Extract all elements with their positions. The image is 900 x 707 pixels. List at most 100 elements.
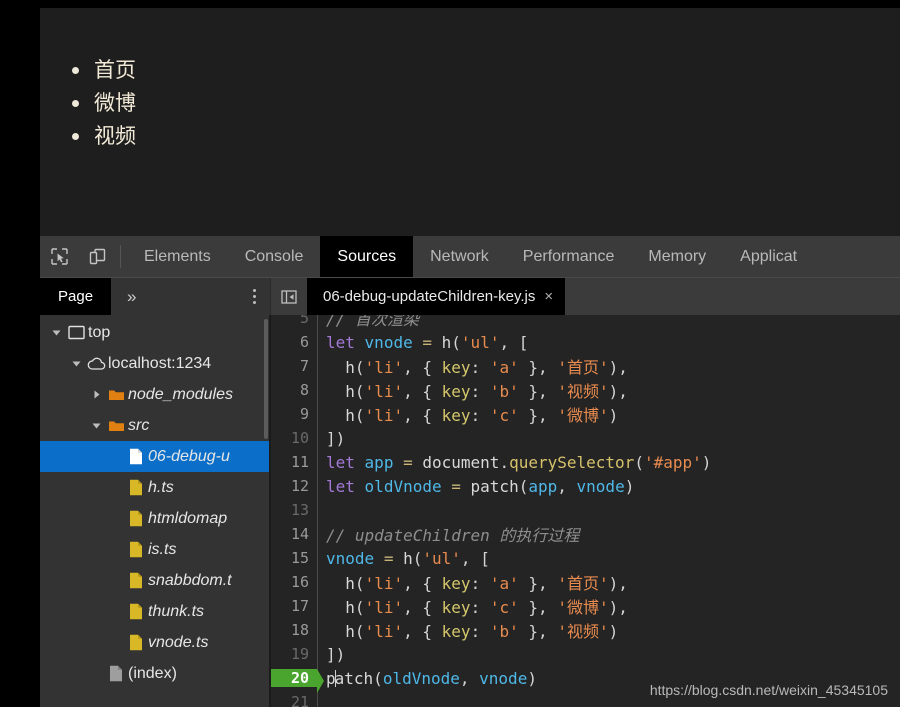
- devtools-body: top localhost:1234 node_modulessrc 06-debug…: [40, 315, 900, 707]
- file-ts-icon: [124, 603, 148, 620]
- tab-sources[interactable]: Sources: [320, 236, 414, 277]
- line-number: 16: [290, 573, 309, 591]
- file-ts-icon: [124, 634, 148, 651]
- twisty-down-icon[interactable]: [88, 420, 104, 431]
- code-line[interactable]: 13: [271, 498, 900, 522]
- list-item: 微博: [68, 87, 900, 120]
- line-code: patch(oldVnode, vnode): [326, 668, 537, 688]
- page-viewport: 首页 微博 视频: [40, 8, 900, 236]
- navigator-header: Page »: [40, 278, 270, 315]
- code-line[interactable]: 16 h('li', { key: 'a' }, '首页'),: [271, 570, 900, 594]
- tab-memory[interactable]: Memory: [631, 236, 723, 277]
- tree-item-label: thunk.ts: [148, 602, 205, 620]
- tree-item[interactable]: src: [40, 410, 269, 441]
- line-number: 20: [271, 669, 324, 693]
- twisty-down-icon[interactable]: [48, 327, 64, 338]
- tree-item[interactable]: node_modules: [40, 379, 269, 410]
- code-line[interactable]: 14 // updateChildren 的执行过程: [271, 522, 900, 546]
- code-line[interactable]: 18 h('li', { key: 'b' }, '视频'): [271, 618, 900, 642]
- tree-item[interactable]: 06-debug-u: [40, 441, 269, 472]
- code-line[interactable]: 7 h('li', { key: 'a' }, '首页'),: [271, 354, 900, 378]
- device-toolbar-icon[interactable]: [78, 236, 116, 277]
- tab-elements[interactable]: Elements: [127, 236, 228, 277]
- list-item: 首页: [68, 54, 900, 87]
- file-js-icon: [124, 448, 148, 465]
- tree-item-label: localhost:1234: [108, 354, 212, 372]
- tree-item[interactable]: snabbdom.t: [40, 565, 269, 596]
- folder-icon: [104, 388, 128, 402]
- code-lines: 5// 首次渲染 6 let vnode = h('ul', [7 h('li', …: [271, 315, 900, 707]
- code-line[interactable]: 6 let vnode = h('ul', [: [271, 330, 900, 354]
- cloud-icon: [84, 357, 108, 371]
- code-editor[interactable]: 5// 首次渲染 6 let vnode = h('ul', [7 h('li', …: [270, 315, 900, 707]
- file-doc-icon: [104, 665, 128, 682]
- file-tab-title: 06-debug-updateChildren-key.js: [323, 288, 536, 305]
- editor-tabstrip: 06-debug-updateChildren-key.js ×: [270, 278, 900, 315]
- tree-item-label: htmldomap: [148, 509, 228, 527]
- tree-item-label: (index): [128, 664, 177, 682]
- code-line[interactable]: 11 let app = document.querySelector('#app…: [271, 450, 900, 474]
- line-code: let vnode = h('ul', [: [326, 332, 529, 352]
- line-number: 13: [290, 501, 309, 519]
- tree-item-label: vnode.ts: [148, 633, 209, 651]
- file-ts-icon: [124, 572, 148, 589]
- twisty-down-icon[interactable]: [68, 358, 84, 369]
- code-line[interactable]: 12 let oldVnode = patch(app, vnode): [271, 474, 900, 498]
- tab-page[interactable]: Page: [40, 278, 112, 315]
- line-number: 14: [290, 525, 309, 543]
- tab-performance[interactable]: Performance: [506, 236, 632, 277]
- code-line[interactable]: 17 h('li', { key: 'c' }, '微博'),: [271, 594, 900, 618]
- tree-item[interactable]: (index): [40, 658, 269, 689]
- line-code: // updateChildren 的执行过程: [326, 526, 580, 545]
- code-line[interactable]: 19]): [271, 642, 900, 666]
- file-tree[interactable]: top localhost:1234 node_modulessrc 06-debug…: [40, 315, 270, 707]
- tree-item[interactable]: is.ts: [40, 534, 269, 565]
- tab-console[interactable]: Console: [228, 236, 321, 277]
- show-navigator-icon[interactable]: [271, 288, 307, 306]
- line-number: 21: [290, 693, 309, 707]
- line-number: 5: [299, 315, 309, 327]
- secondary-toolbar: Page » 06-debug-updateChildren-key.js ×: [40, 278, 900, 315]
- line-code: let oldVnode = patch(app, vnode): [326, 476, 635, 496]
- line-code: h('li', { key: 'a' }, '首页'),: [345, 574, 628, 593]
- code-line[interactable]: 15 vnode = h('ul', [: [271, 546, 900, 570]
- tab-network[interactable]: Network: [413, 236, 506, 277]
- frame-icon: [64, 325, 88, 340]
- rendered-list: 首页 微博 视频: [68, 54, 900, 153]
- tab-applicat[interactable]: Applicat: [723, 236, 814, 277]
- line-number: 6: [299, 333, 309, 351]
- code-line[interactable]: 8 h('li', { key: 'b' }, '视频'),: [271, 378, 900, 402]
- tree-item-label: src: [128, 416, 150, 434]
- tree-item[interactable]: h.ts: [40, 472, 269, 503]
- line-number: 17: [290, 597, 309, 615]
- line-number: 19: [290, 645, 309, 663]
- line-code: h('li', { key: 'a' }, '首页'),: [345, 358, 628, 377]
- line-code: h('li', { key: 'b' }, '视频'): [345, 622, 619, 641]
- file-tab-active[interactable]: 06-debug-updateChildren-key.js ×: [307, 278, 566, 315]
- more-options-icon[interactable]: [253, 289, 256, 304]
- twisty-right-icon[interactable]: [88, 389, 104, 400]
- tree-item[interactable]: vnode.ts: [40, 627, 269, 658]
- tree-item-label: h.ts: [148, 478, 174, 496]
- line-number: 9: [299, 405, 309, 423]
- code-line[interactable]: 9 h('li', { key: 'c' }, '微博'): [271, 402, 900, 426]
- inspect-element-icon[interactable]: [40, 236, 78, 277]
- line-number: 12: [290, 477, 309, 495]
- tree-item[interactable]: thunk.ts: [40, 596, 269, 627]
- code-line[interactable]: 10]): [271, 426, 900, 450]
- tree-item[interactable]: htmldomap: [40, 503, 269, 534]
- line-number: 10: [290, 429, 309, 447]
- close-icon[interactable]: ×: [544, 288, 553, 305]
- chevron-more-icon[interactable]: »: [111, 287, 150, 307]
- file-ts-icon: [124, 479, 148, 496]
- tree-item[interactable]: top: [40, 317, 269, 348]
- line-code: h('li', { key: 'c' }, '微博'),: [345, 598, 628, 617]
- line-code: ]): [326, 644, 346, 664]
- line-code: h('li', { key: 'b' }, '视频'),: [345, 382, 628, 401]
- folder-icon: [104, 419, 128, 433]
- line-number: 11: [290, 453, 309, 471]
- code-line[interactable]: 5 // 首次渲染: [271, 315, 900, 330]
- tree-item[interactable]: localhost:1234: [40, 348, 269, 379]
- tree-item-label: node_modules: [128, 385, 233, 403]
- line-number: 15: [290, 549, 309, 567]
